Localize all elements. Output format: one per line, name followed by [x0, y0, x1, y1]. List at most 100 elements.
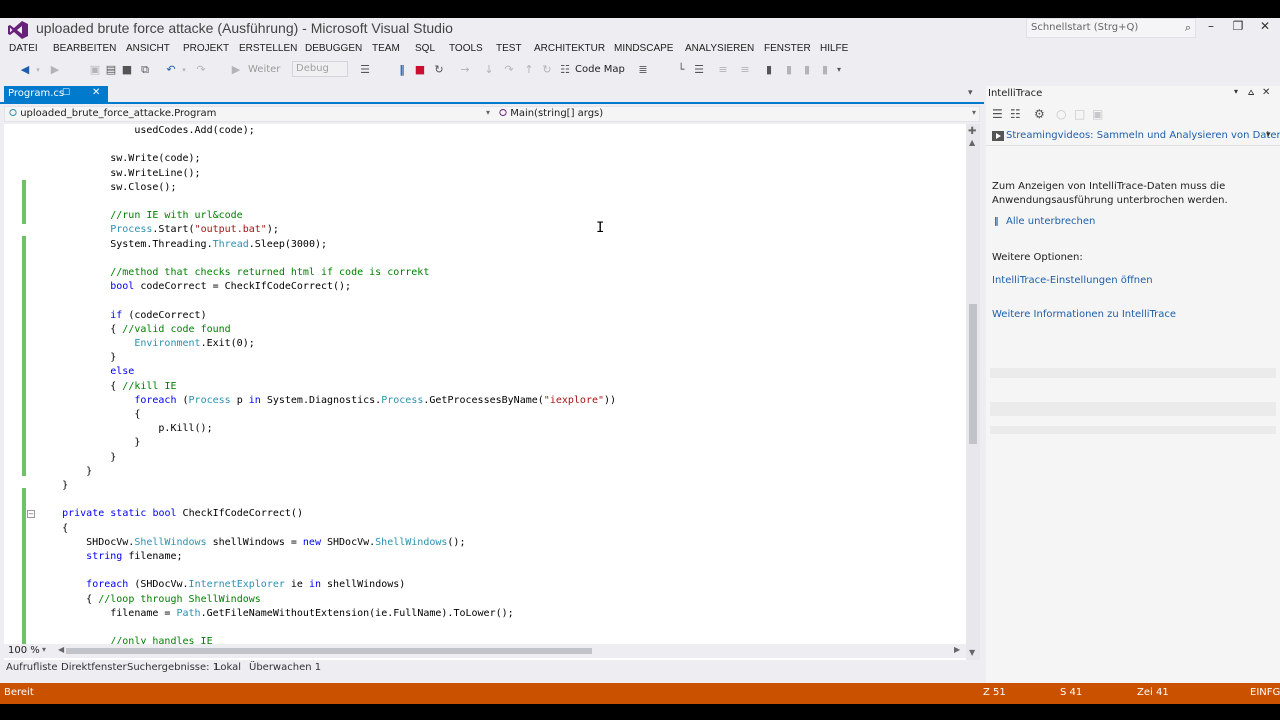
step-into-icon[interactable]: ↓: [482, 62, 496, 78]
save-all-icon[interactable]: ⧉: [138, 62, 152, 78]
menu-projekt[interactable]: PROJEKT: [183, 43, 229, 54]
class-dropdown[interactable]: ⭘ uploaded_brute_force_attacke.Program ▾: [5, 107, 493, 121]
break-all-link[interactable]: Alle unterbrechen: [1006, 216, 1095, 227]
code-token: sw.Write(code);: [38, 153, 201, 165]
tab-locals[interactable]: Lokal: [215, 662, 241, 673]
scroll-down-icon[interactable]: ▼: [969, 648, 975, 657]
close-panel-icon[interactable]: ✕: [1262, 87, 1270, 98]
collapse-region-icon[interactable]: −: [27, 510, 35, 518]
split-editor-icon[interactable]: ✚: [968, 126, 976, 137]
search-icon[interactable]: ○: [1056, 107, 1066, 121]
tab-watch-1[interactable]: Überwachen 1: [249, 662, 321, 673]
restart-icon[interactable]: ↻: [432, 62, 446, 78]
undo-dropdown-icon[interactable]: ▾: [180, 62, 188, 78]
menu-hilfe[interactable]: HILFE: [820, 43, 848, 54]
panel-dropdown-icon[interactable]: ▾: [1234, 87, 1238, 96]
uncomment-icon[interactable]: ≡: [738, 62, 752, 78]
step-over-icon[interactable]: ↷: [502, 62, 516, 78]
bookmark-icon[interactable]: ▮: [762, 62, 776, 78]
tab-immediate-window[interactable]: Direktfenster: [61, 662, 127, 673]
toolbar-overflow-icon[interactable]: ▾: [834, 62, 844, 78]
quick-launch-input[interactable]: Schnellstart (Strg+Q) ⌕: [1026, 18, 1196, 38]
intellitrace-settings-link[interactable]: IntelliTrace-Einstellungen öffnen: [992, 275, 1153, 286]
navigate-back-icon[interactable]: ◀: [18, 62, 32, 78]
search-icon[interactable]: ⌕: [1185, 21, 1191, 35]
close-tab-icon[interactable]: ✕: [92, 87, 100, 98]
horizontal-scroll-thumb[interactable]: [66, 648, 592, 654]
clear-bookmarks-icon[interactable]: ▮: [818, 62, 832, 78]
filter-icon[interactable]: □: [1074, 107, 1085, 121]
menu-test[interactable]: TEST: [496, 43, 522, 54]
code-token: p: [230, 394, 249, 406]
menu-debuggen[interactable]: DEBUGGEN: [305, 43, 362, 54]
break-all-icon[interactable]: ‖: [396, 62, 408, 78]
events-view-icon[interactable]: ☰: [992, 107, 1003, 121]
menu-analysieren[interactable]: ANALYSIEREN: [685, 43, 754, 54]
restore-icon[interactable]: ❐: [1229, 19, 1247, 33]
chevron-down-icon[interactable]: ▾: [1266, 130, 1271, 140]
scroll-up-icon[interactable]: ▲: [969, 138, 975, 147]
menu-datei[interactable]: DATEI: [9, 43, 38, 54]
prev-bookmark-icon[interactable]: ▮: [782, 62, 796, 78]
code-map-icon[interactable]: ☷: [558, 62, 572, 78]
streaming-videos-bar[interactable]: Streamingvideos: Sammeln und Analysieren…: [986, 128, 1280, 146]
menu-fenster[interactable]: FENSTER: [764, 43, 811, 54]
menu-mindscape[interactable]: MINDSCAPE: [614, 43, 673, 54]
comment-icon[interactable]: ≡: [716, 62, 730, 78]
continue-icon[interactable]: ▶: [230, 62, 242, 78]
tab-list-dropdown-icon[interactable]: ▾: [968, 88, 973, 98]
auto-hide-pin-icon[interactable]: ⩟: [1248, 87, 1254, 98]
settings-gear-icon[interactable]: ⚙: [1034, 107, 1045, 121]
code-line: sw.Close();: [38, 181, 176, 195]
streaming-videos-link[interactable]: Streamingvideos: Sammeln und Analysieren…: [1006, 130, 1280, 141]
continue-button[interactable]: Weiter: [248, 62, 280, 78]
code-line: }: [38, 465, 92, 479]
refresh-icon[interactable]: ↻: [540, 62, 554, 78]
scroll-left-icon[interactable]: ◀: [58, 645, 64, 654]
code-map-button[interactable]: Code Map: [575, 62, 625, 78]
process-icon[interactable]: ☰: [358, 62, 372, 78]
zoom-level-select[interactable]: 100 %: [8, 645, 40, 656]
save-log-icon[interactable]: ▣: [1092, 107, 1103, 121]
code-line: bool codeCorrect = CheckIfCodeCorrect();: [38, 280, 351, 294]
tab-call-stack[interactable]: Aufrufliste: [6, 662, 58, 673]
scroll-right-icon[interactable]: ▶: [954, 645, 960, 654]
menu-tools[interactable]: TOOLS: [449, 43, 483, 54]
minimize-icon[interactable]: –: [1202, 19, 1220, 33]
vertical-scroll-thumb[interactable]: [969, 304, 977, 444]
menu-team[interactable]: TEAM: [372, 43, 400, 54]
step-out-icon[interactable]: ↑: [522, 62, 536, 78]
code-token: }: [38, 465, 93, 477]
menu-ansicht[interactable]: ANSICHT: [126, 43, 170, 54]
next-bookmark-icon[interactable]: ▮: [800, 62, 814, 78]
menu-bearbeiten[interactable]: BEARBEITEN: [53, 43, 116, 54]
new-project-icon[interactable]: ▣: [88, 62, 102, 78]
member-dropdown[interactable]: ⭘ Main(string[] args) ▾: [495, 107, 979, 121]
more-info-link[interactable]: Weitere Informationen zu IntelliTrace: [992, 309, 1176, 320]
close-icon[interactable]: ✕: [1256, 19, 1274, 33]
code-token: InternetExplorer: [188, 579, 285, 591]
editor-vertical-scrollbar[interactable]: ✚ ▲ ▼: [966, 124, 980, 660]
zoom-dropdown-icon[interactable]: ▾: [42, 645, 46, 654]
back-dropdown-icon[interactable]: ▾: [34, 62, 42, 78]
redo-icon[interactable]: ↷: [194, 62, 208, 78]
filter-icon[interactable]: ≣: [636, 62, 650, 78]
solution-config-select[interactable]: Debug: [292, 61, 348, 77]
code-token: sw.WriteLine();: [38, 167, 201, 179]
list-view-icon[interactable]: ☰: [692, 62, 706, 78]
stop-debugging-icon[interactable]: ■: [414, 62, 426, 78]
menu-architektur[interactable]: ARCHITEKTUR: [534, 43, 605, 54]
tab-program-cs[interactable]: Program.cs ☐ ✕: [4, 86, 108, 104]
open-file-icon[interactable]: ▤: [104, 62, 118, 78]
show-next-statement-icon[interactable]: →: [458, 62, 472, 78]
tree-view-icon[interactable]: └: [674, 62, 688, 78]
save-icon[interactable]: ■: [120, 62, 134, 78]
tab-find-results[interactable]: Suchergebnisse: 1: [127, 662, 219, 673]
calls-view-icon[interactable]: ☷: [1010, 107, 1021, 121]
navigate-forward-icon[interactable]: ▶: [48, 62, 62, 78]
undo-icon[interactable]: ↶: [164, 62, 178, 78]
pin-icon[interactable]: ☐: [62, 88, 70, 98]
menu-sql[interactable]: SQL: [415, 43, 435, 54]
menu-erstellen[interactable]: ERSTELLEN: [239, 43, 297, 54]
code-editor[interactable]: − usedCodes.Add(code); sw.Write(code); s…: [4, 124, 966, 660]
